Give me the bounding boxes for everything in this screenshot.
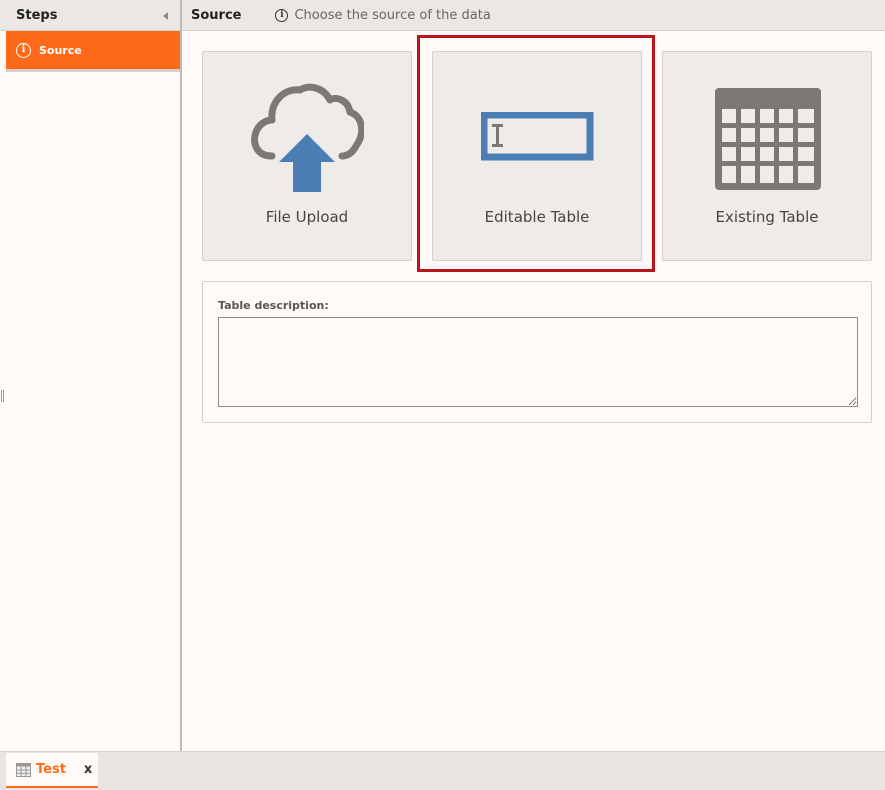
page-title: Source	[191, 7, 242, 23]
info-icon: i	[16, 42, 31, 58]
editable-table-option[interactable]: Editable Table	[432, 51, 642, 261]
tab-label: Test	[36, 762, 66, 777]
step-item-source[interactable]: i Source	[6, 31, 180, 72]
steps-title: Steps	[16, 7, 58, 23]
steps-panel: Steps i Source	[0, 0, 182, 751]
option-label: Existing Table	[715, 208, 819, 226]
cloud-upload-icon	[251, 83, 364, 192]
step-item-label: Source	[39, 43, 82, 57]
tab-test[interactable]: Test x	[6, 753, 98, 788]
page-subtitle: Choose the source of the data	[294, 7, 491, 23]
table-description-textarea[interactable]	[218, 317, 858, 407]
description-panel: Table description:	[202, 281, 872, 423]
tab-close-button[interactable]: x	[84, 762, 92, 777]
option-label: Editable Table	[484, 208, 590, 226]
steps-header: Steps	[0, 0, 180, 31]
text-input-icon	[481, 112, 594, 161]
table-icon	[16, 762, 31, 777]
collapse-panel-icon[interactable]	[163, 12, 168, 20]
content-header: Source i Choose the source of the data	[182, 0, 885, 31]
table-grid-icon	[715, 88, 821, 190]
panel-splitter-handle[interactable]	[1, 390, 4, 402]
existing-table-option[interactable]: Existing Table	[662, 51, 872, 261]
tab-bar: Test x	[0, 751, 885, 790]
info-icon: i	[275, 8, 289, 22]
description-label: Table description:	[218, 299, 329, 312]
option-label: File Upload	[265, 208, 349, 226]
file-upload-option[interactable]: File Upload	[202, 51, 412, 261]
